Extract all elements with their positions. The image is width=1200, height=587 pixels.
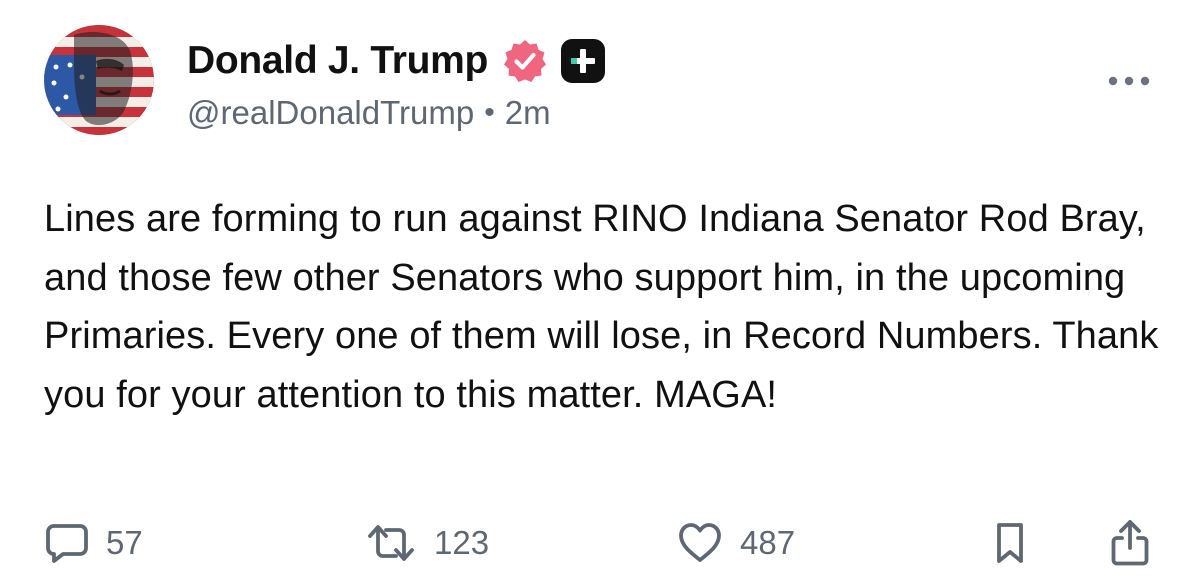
post-card: Donald J. Trump @realDonaldTrump • 2m Li… [0,0,1200,587]
bookmark-icon [997,523,1023,563]
retruth-count: 123 [434,524,490,561]
reply-button[interactable]: 57 [44,516,143,570]
share-button[interactable] [1108,516,1152,570]
author-display-name[interactable]: Donald J. Trump [187,39,488,83]
post-timestamp[interactable]: 2m [505,94,551,132]
avatar-image [44,25,154,135]
author-avatar[interactable] [44,25,154,135]
bookmark-button[interactable] [990,516,1030,570]
reply-count: 57 [106,524,143,561]
like-button[interactable]: 487 [676,516,795,570]
more-options-button[interactable] [1102,64,1156,98]
author-handle-row: @realDonaldTrump • 2m [187,94,551,132]
author-name-row: Donald J. Trump [187,34,606,88]
retruth-arrows-icon [368,525,414,561]
author-handle[interactable]: @realDonaldTrump [187,94,474,132]
truth-plus-badge-icon [560,38,606,84]
retruth-button[interactable]: 123 [364,516,489,570]
reply-bubble-icon [46,524,88,563]
share-icon [1111,520,1149,566]
heart-icon [679,523,721,562]
more-dots-icon [1108,76,1150,86]
verified-badge-icon [502,38,548,84]
separator-dot: • [484,96,495,129]
like-count: 487 [740,524,796,561]
post-body-text: Lines are forming to run against RINO In… [44,198,1159,416]
